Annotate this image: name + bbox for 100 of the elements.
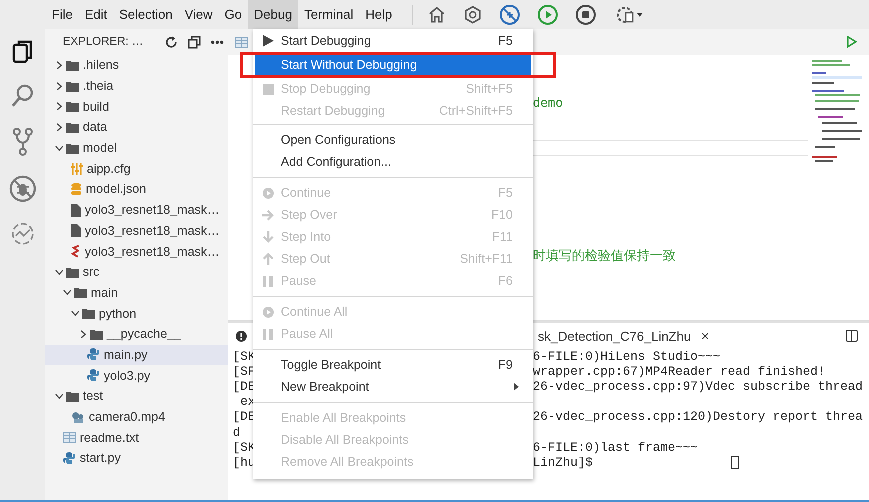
chevron-icon[interactable] bbox=[55, 122, 64, 132]
folder-icon bbox=[66, 142, 79, 154]
tree-item[interactable]: readme.txt bbox=[45, 427, 228, 448]
chevron-icon[interactable] bbox=[79, 330, 88, 339]
no-bug-icon[interactable] bbox=[499, 4, 522, 26]
menu-item[interactable]: Start Without Debugging bbox=[255, 55, 531, 75]
python-icon bbox=[63, 452, 76, 465]
terminal-tab[interactable]: sk_Detection_C76_LinZhu bbox=[538, 328, 692, 344]
folder-icon bbox=[66, 80, 79, 92]
tree-item[interactable]: start.py bbox=[45, 448, 228, 469]
menu-item[interactable]: Help bbox=[360, 0, 398, 29]
tree-item[interactable]: data bbox=[45, 117, 228, 138]
more-icon[interactable] bbox=[211, 40, 224, 44]
source-control-icon[interactable] bbox=[12, 127, 34, 157]
tree-item[interactable]: __pycache__ bbox=[45, 324, 228, 345]
arrow-right-icon bbox=[262, 210, 274, 220]
tree-item[interactable]: test bbox=[45, 386, 228, 407]
menu-item[interactable]: Selection bbox=[113, 0, 179, 29]
file-icon bbox=[71, 224, 81, 238]
arrow-up-icon bbox=[262, 253, 274, 265]
folder-icon bbox=[66, 122, 79, 133]
submenu-arrow-icon bbox=[514, 383, 519, 391]
tree-item[interactable]: yolo3.py bbox=[45, 365, 228, 386]
close-icon[interactable]: × bbox=[701, 328, 710, 344]
database-icon bbox=[71, 182, 82, 196]
python-icon bbox=[87, 369, 100, 382]
code-comment: 时填写的检验值保持一致 bbox=[533, 248, 677, 265]
folder-icon bbox=[66, 60, 79, 71]
arrow-down-icon bbox=[262, 231, 274, 243]
refresh-icon[interactable] bbox=[165, 36, 178, 48]
folder-icon bbox=[66, 266, 79, 278]
tree-item[interactable]: yolo3_resnet18_mask… bbox=[45, 241, 228, 262]
chevron-icon[interactable] bbox=[55, 82, 64, 91]
hexagon-icon[interactable] bbox=[463, 4, 484, 24]
terminal-text: d bbox=[233, 426, 241, 440]
menu-item[interactable]: View bbox=[178, 0, 219, 29]
tree-item[interactable]: yolo3_resnet18_mask… bbox=[45, 200, 228, 220]
tree-item[interactable]: main bbox=[45, 282, 228, 304]
menu-item[interactable]: File bbox=[46, 0, 79, 29]
menu-item[interactable]: Edit bbox=[78, 0, 114, 29]
tree-item[interactable]: yolo3_resnet18_mask… bbox=[45, 220, 228, 242]
run-icon[interactable] bbox=[537, 4, 560, 26]
menu-item[interactable]: Add Configuration... bbox=[255, 151, 531, 173]
run-icon[interactable] bbox=[847, 36, 857, 48]
chevron-icon[interactable] bbox=[55, 60, 64, 70]
split-panel-icon[interactable] bbox=[846, 330, 858, 342]
code-text: demo bbox=[533, 95, 564, 110]
tree-item[interactable]: python bbox=[45, 303, 228, 324]
terminal-text: wrapper.cpp:67)MP4Reader read finished! bbox=[533, 364, 826, 379]
search-icon[interactable] bbox=[10, 83, 36, 109]
menu-item[interactable]: Terminal bbox=[298, 0, 360, 29]
chevron-icon[interactable] bbox=[55, 102, 64, 112]
terminal-text: LinZhu]$ bbox=[533, 456, 594, 470]
chevron-icon[interactable] bbox=[55, 392, 64, 401]
tree-item[interactable]: main.py bbox=[45, 344, 228, 366]
tree-item[interactable]: camera0.mp4 bbox=[45, 406, 228, 428]
document-icon bbox=[63, 432, 76, 444]
menu-item[interactable]: Toggle Breakpoint F9 bbox=[255, 354, 531, 376]
menu-item[interactable]: Debug bbox=[248, 0, 298, 29]
chevron-icon[interactable] bbox=[55, 268, 64, 277]
tree-item[interactable]: build bbox=[45, 96, 228, 118]
chevron-icon[interactable] bbox=[55, 144, 64, 153]
terminal-text: 26-vdec_process.cpp:97)Vdec subscribe thread bbox=[533, 380, 864, 394]
home-icon[interactable] bbox=[427, 4, 448, 24]
stop-icon[interactable] bbox=[575, 4, 598, 26]
folder-icon bbox=[90, 328, 103, 340]
menu-item[interactable]: Open Configurations bbox=[255, 129, 531, 151]
menu-item[interactable]: New Breakpoint bbox=[255, 376, 531, 398]
collapse-all-icon[interactable] bbox=[188, 36, 201, 48]
explorer-title: EXPLORER: … bbox=[63, 36, 145, 48]
continue-icon bbox=[262, 306, 274, 318]
menu-item[interactable]: Go bbox=[218, 0, 248, 29]
folder-icon bbox=[82, 308, 95, 320]
chevron-icon[interactable] bbox=[71, 309, 80, 318]
tree-item[interactable]: aipp.cfg bbox=[45, 158, 228, 180]
folder-icon bbox=[66, 101, 79, 112]
film-icon bbox=[71, 410, 85, 424]
terminal-text: 26-vdec_process.cpp:120)Destory report threa bbox=[533, 410, 864, 424]
files-icon[interactable] bbox=[10, 39, 34, 65]
no-bug-icon[interactable] bbox=[8, 175, 36, 203]
continue-icon bbox=[262, 188, 274, 198]
squiggle-icon bbox=[71, 245, 81, 258]
tree-item[interactable]: .hilens bbox=[45, 55, 228, 76]
chevron-icon[interactable] bbox=[63, 288, 72, 298]
tree-item[interactable]: model.json bbox=[45, 179, 228, 200]
terminal-text: 6-FILE:0)HiLens Studio~~~ bbox=[533, 350, 721, 364]
terminal-text: [SF bbox=[233, 364, 256, 379]
folder-icon bbox=[74, 287, 87, 298]
info-icon bbox=[236, 330, 247, 342]
tree-item[interactable]: .theia bbox=[45, 76, 228, 96]
pause-icon bbox=[263, 328, 273, 340]
folder-icon bbox=[66, 390, 79, 402]
terminal-text: 6-FILE:0)last frame~~~ bbox=[533, 440, 698, 455]
tree-item[interactable]: src bbox=[45, 262, 228, 283]
monitor-icon[interactable] bbox=[10, 221, 36, 247]
file-icon bbox=[71, 204, 81, 217]
pause-icon bbox=[263, 276, 273, 286]
python-icon bbox=[87, 348, 100, 362]
sliders-icon bbox=[71, 162, 83, 175]
tree-item[interactable]: model bbox=[45, 138, 228, 158]
